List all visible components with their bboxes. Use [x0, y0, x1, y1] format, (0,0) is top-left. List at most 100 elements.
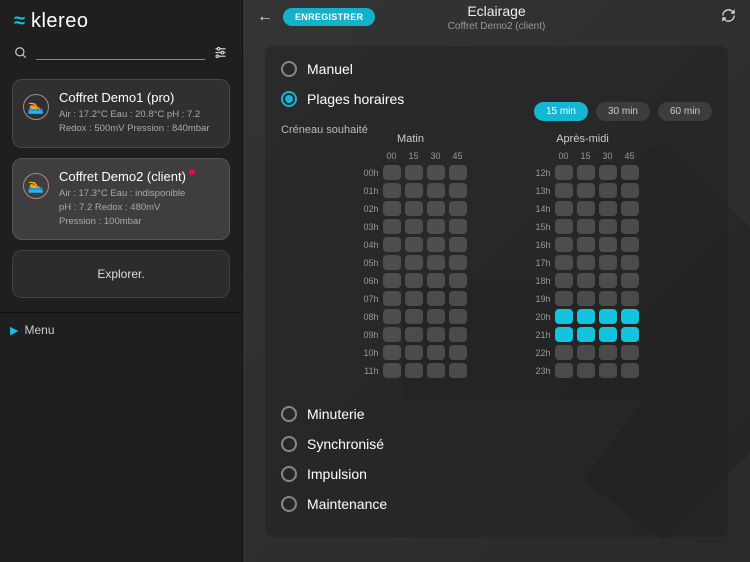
time-slot-cell[interactable] [449, 201, 467, 216]
time-slot-cell[interactable] [405, 219, 423, 234]
time-slot-cell[interactable] [577, 165, 595, 180]
time-slot-cell[interactable] [427, 273, 445, 288]
time-slot-cell[interactable] [599, 183, 617, 198]
time-slot-cell[interactable] [449, 309, 467, 324]
time-slot-cell[interactable] [427, 219, 445, 234]
save-button[interactable]: ENREGISTRER [283, 8, 375, 26]
time-slot-cell[interactable] [383, 165, 401, 180]
time-slot-cell[interactable] [577, 273, 595, 288]
time-slot-cell[interactable] [577, 345, 595, 360]
time-slot-cell[interactable] [621, 363, 639, 378]
time-slot-cell[interactable] [555, 291, 573, 306]
time-slot-cell[interactable] [621, 255, 639, 270]
time-slot-cell[interactable] [405, 273, 423, 288]
time-slot-cell[interactable] [621, 183, 639, 198]
time-slot-cell[interactable] [383, 237, 401, 252]
time-slot-cell[interactable] [449, 363, 467, 378]
time-slot-cell[interactable] [577, 237, 595, 252]
time-slot-cell[interactable] [427, 309, 445, 324]
time-slot-cell[interactable] [449, 273, 467, 288]
explorer-button[interactable]: Explorer. [12, 250, 230, 298]
refresh-icon[interactable] [721, 8, 736, 26]
time-slot-cell[interactable] [555, 201, 573, 216]
time-slot-cell[interactable] [621, 345, 639, 360]
time-slot-cell[interactable] [405, 165, 423, 180]
time-slot-cell[interactable] [449, 255, 467, 270]
mode-impulsion[interactable]: Impulsion [281, 459, 712, 489]
duration-30min[interactable]: 30 min [596, 102, 650, 121]
mode-maintenance[interactable]: Maintenance [281, 489, 712, 519]
time-slot-cell[interactable] [449, 219, 467, 234]
time-slot-cell[interactable] [427, 363, 445, 378]
time-slot-cell[interactable] [577, 201, 595, 216]
mode-synchronise[interactable]: Synchronisé [281, 429, 712, 459]
time-slot-cell[interactable] [383, 309, 401, 324]
time-slot-cell[interactable] [427, 345, 445, 360]
time-slot-cell[interactable] [449, 183, 467, 198]
time-slot-cell[interactable] [427, 327, 445, 342]
time-slot-cell[interactable] [405, 327, 423, 342]
time-slot-cell[interactable] [383, 183, 401, 198]
time-slot-cell[interactable] [383, 255, 401, 270]
time-slot-cell[interactable] [621, 309, 639, 324]
time-slot-cell[interactable] [383, 273, 401, 288]
back-arrow-icon[interactable]: ← [257, 8, 273, 26]
time-slot-cell[interactable] [405, 363, 423, 378]
time-slot-cell[interactable] [449, 327, 467, 342]
time-slot-cell[interactable] [599, 327, 617, 342]
time-slot-cell[interactable] [449, 345, 467, 360]
time-slot-cell[interactable] [555, 345, 573, 360]
time-slot-cell[interactable] [555, 255, 573, 270]
filter-settings-icon[interactable] [213, 45, 228, 63]
time-slot-cell[interactable] [427, 291, 445, 306]
time-slot-cell[interactable] [449, 237, 467, 252]
search-input[interactable] [36, 59, 205, 60]
time-slot-cell[interactable] [577, 183, 595, 198]
duration-15min[interactable]: 15 min [534, 102, 588, 121]
time-slot-cell[interactable] [577, 327, 595, 342]
device-card-demo1[interactable]: 🏊 Coffret Demo1 (pro) Air : 17.2°C Eau :… [12, 79, 230, 148]
search-icon[interactable] [14, 46, 28, 63]
menu-toggle[interactable]: ▶ Menu [0, 312, 242, 347]
time-slot-cell[interactable] [555, 309, 573, 324]
time-slot-cell[interactable] [599, 363, 617, 378]
time-slot-cell[interactable] [405, 183, 423, 198]
time-slot-cell[interactable] [599, 291, 617, 306]
time-slot-cell[interactable] [621, 201, 639, 216]
duration-60min[interactable]: 60 min [658, 102, 712, 121]
device-card-demo2[interactable]: 🏊 Coffret Demo2 (client) Air : 17.3°C Ea… [12, 158, 230, 241]
time-slot-cell[interactable] [577, 309, 595, 324]
time-slot-cell[interactable] [405, 201, 423, 216]
time-slot-cell[interactable] [599, 309, 617, 324]
time-slot-cell[interactable] [555, 273, 573, 288]
time-slot-cell[interactable] [577, 291, 595, 306]
time-slot-cell[interactable] [405, 309, 423, 324]
time-slot-cell[interactable] [599, 219, 617, 234]
time-slot-cell[interactable] [555, 363, 573, 378]
time-slot-cell[interactable] [599, 273, 617, 288]
time-slot-cell[interactable] [383, 219, 401, 234]
time-slot-cell[interactable] [621, 237, 639, 252]
time-slot-cell[interactable] [427, 237, 445, 252]
time-slot-cell[interactable] [621, 219, 639, 234]
time-slot-cell[interactable] [383, 201, 401, 216]
time-slot-cell[interactable] [555, 237, 573, 252]
time-slot-cell[interactable] [405, 345, 423, 360]
time-slot-cell[interactable] [383, 363, 401, 378]
time-slot-cell[interactable] [599, 201, 617, 216]
time-slot-cell[interactable] [427, 165, 445, 180]
time-slot-cell[interactable] [621, 291, 639, 306]
time-slot-cell[interactable] [383, 345, 401, 360]
time-slot-cell[interactable] [599, 255, 617, 270]
time-slot-cell[interactable] [555, 165, 573, 180]
time-slot-cell[interactable] [555, 327, 573, 342]
time-slot-cell[interactable] [577, 255, 595, 270]
time-slot-cell[interactable] [621, 327, 639, 342]
time-slot-cell[interactable] [383, 291, 401, 306]
time-slot-cell[interactable] [405, 255, 423, 270]
time-slot-cell[interactable] [599, 345, 617, 360]
time-slot-cell[interactable] [621, 165, 639, 180]
time-slot-cell[interactable] [621, 273, 639, 288]
time-slot-cell[interactable] [427, 201, 445, 216]
time-slot-cell[interactable] [555, 183, 573, 198]
